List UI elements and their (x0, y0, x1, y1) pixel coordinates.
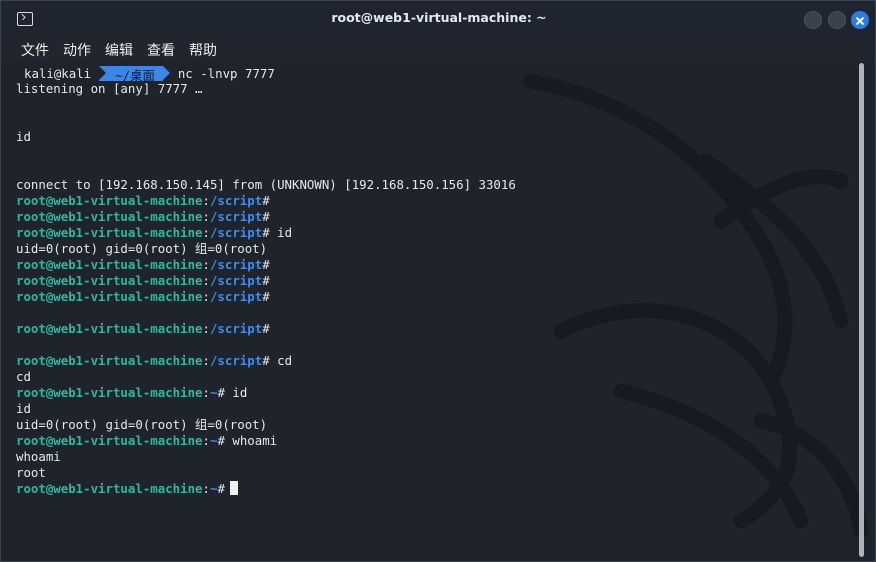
output-listening: listening on [any] 7777 … (16, 81, 203, 96)
remote-prompt-line: root@web1-virtual-machine:~# (16, 481, 856, 497)
prompt-colon: : (202, 321, 210, 336)
prompt-hash: # (262, 273, 270, 288)
close-button[interactable] (851, 11, 869, 29)
remote-user: root@web1-virtual-machine (16, 385, 203, 400)
remote-user: root@web1-virtual-machine (16, 433, 203, 448)
minimize-button[interactable] (804, 11, 822, 29)
menu-view[interactable]: 查看 (140, 37, 182, 61)
remote-path: /script (209, 321, 263, 336)
remote-path: /script (209, 273, 263, 288)
prompt-hash: # (262, 289, 270, 304)
menu-action[interactable]: 动作 (56, 37, 98, 61)
output-connect: connect to [192.168.150.145] from (UNKNO… (16, 177, 516, 192)
remote-user: root@web1-virtual-machine (16, 193, 203, 208)
prompt-hash: # (217, 385, 225, 400)
prompt-colon: : (202, 353, 210, 368)
remote-user: root@web1-virtual-machine (16, 273, 203, 288)
terminal-area[interactable]: kali@kali ~/桌面 nc -lnvp 7777 listening o… (1, 61, 875, 561)
remote-prompt-line: root@web1-virtual-machine:/script# id (16, 225, 856, 241)
remote-prompt-line: root@web1-virtual-machine:/script# cd (16, 353, 856, 369)
prompt-hash: # (262, 209, 270, 224)
output-cd: cd (16, 369, 31, 384)
remote-user: root@web1-virtual-machine (16, 225, 203, 240)
command-id: id (224, 385, 248, 400)
remote-user: root@web1-virtual-machine (16, 209, 203, 224)
menu-file[interactable]: 文件 (14, 37, 56, 61)
output-whoami: whoami (16, 449, 61, 464)
command-whoami: whoami (224, 433, 278, 448)
prompt-colon: : (202, 257, 210, 272)
remote-user: root@web1-virtual-machine (16, 257, 203, 272)
prompt-colon: : (202, 481, 210, 496)
window-title: root@web1-virtual-machine: ~ (331, 10, 547, 25)
output-id-echo: id (16, 129, 31, 144)
prompt-colon: : (202, 433, 210, 448)
remote-prompt-line: root@web1-virtual-machine:/script# (16, 257, 856, 273)
remote-prompt-line: root@web1-virtual-machine:/script# (16, 321, 856, 337)
prompt-colon: : (202, 209, 210, 224)
kali-path-segment: ~/桌面 (99, 65, 170, 83)
output-uid: uid=0(root) gid=0(root) 组=0(root) (16, 417, 268, 432)
terminal-window: root@web1-virtual-machine: ~ 文件 动作 编辑 查看… (0, 0, 876, 562)
remote-prompt-line: root@web1-virtual-machine:/script# (16, 193, 856, 209)
kali-user: kali@kali (24, 65, 92, 81)
remote-user: root@web1-virtual-machine (16, 481, 203, 496)
output-root: root (16, 465, 46, 480)
kali-prompt-line: kali@kali ~/桌面 nc -lnvp 7777 (16, 65, 856, 83)
remote-prompt-line: root@web1-virtual-machine:/script# (16, 273, 856, 289)
output-uid: uid=0(root) gid=0(root) 组=0(root) (16, 241, 268, 256)
remote-prompt-line: root@web1-virtual-machine:~# whoami (16, 433, 856, 449)
remote-prompt-line: root@web1-virtual-machine:/script# (16, 209, 856, 225)
prompt-hash: # (262, 321, 270, 336)
remote-path: /script (209, 209, 263, 224)
text-cursor (229, 481, 238, 495)
menu-help[interactable]: 帮助 (182, 37, 224, 61)
prompt-colon: : (202, 289, 210, 304)
vertical-scrollbar[interactable] (859, 63, 864, 557)
command-cd: cd (269, 353, 293, 368)
menu-bar: 文件 动作 编辑 查看 帮助 (1, 37, 875, 61)
remote-prompt-line: root@web1-virtual-machine:~# id (16, 385, 856, 401)
maximize-button[interactable] (828, 11, 846, 29)
prompt-colon: : (202, 273, 210, 288)
remote-path: /script (209, 193, 263, 208)
prompt-hash: # (217, 433, 225, 448)
remote-user: root@web1-virtual-machine (16, 353, 203, 368)
remote-path: /script (209, 289, 263, 304)
prompt-hash: # (262, 225, 270, 240)
remote-path: /script (209, 257, 263, 272)
remote-path: /script (209, 353, 263, 368)
prompt-colon: : (202, 193, 210, 208)
kali-command: nc -lnvp 7777 (177, 65, 275, 81)
prompt-hash: # (262, 353, 270, 368)
remote-user: root@web1-virtual-machine (16, 289, 203, 304)
prompt-colon: : (202, 385, 210, 400)
title-bar[interactable]: root@web1-virtual-machine: ~ (1, 1, 875, 37)
menu-edit[interactable]: 编辑 (98, 37, 140, 61)
remote-path: /script (209, 225, 263, 240)
prompt-hash: # (262, 257, 270, 272)
prompt-hash: # (262, 193, 270, 208)
prompt-hash: # (217, 481, 225, 496)
output-id-echo: id (16, 401, 31, 416)
prompt-colon: : (202, 225, 210, 240)
command-id: id (269, 225, 293, 240)
remote-user: root@web1-virtual-machine (16, 321, 203, 336)
remote-prompt-line: root@web1-virtual-machine:/script# (16, 289, 856, 305)
